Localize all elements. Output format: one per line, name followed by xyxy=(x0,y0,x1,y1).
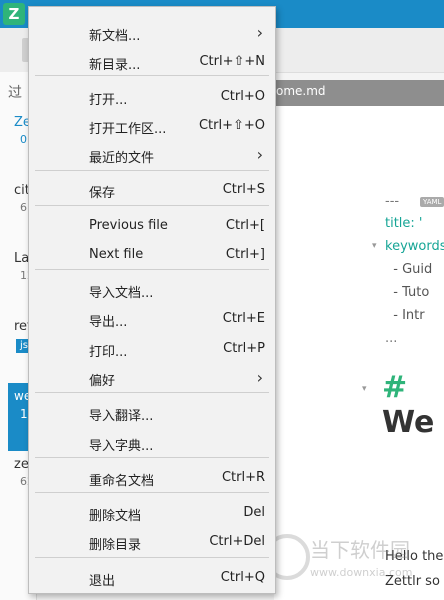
menu-separator xyxy=(35,392,269,393)
file-item-count: 0 xyxy=(20,133,27,146)
menu-separator xyxy=(35,557,269,558)
menu-item-label: Next file xyxy=(89,247,144,262)
menu-item-import-dictionary[interactable]: 导入字典... xyxy=(29,431,275,457)
yaml-badge: YAML xyxy=(420,197,444,207)
menu-item-rename-document[interactable]: 重命名文档 Ctrl+R xyxy=(29,466,275,492)
menu-separator xyxy=(35,269,269,270)
menu-item-save[interactable]: 保存 Ctrl+S xyxy=(29,178,275,204)
menu-item-label: 打开工作区... xyxy=(89,122,167,137)
menu-separator xyxy=(35,492,269,493)
menu-item-shortcut: Ctrl+⇧+N xyxy=(199,54,265,69)
menu-item-open[interactable]: 打开... Ctrl+O xyxy=(29,85,275,111)
editor-line: keywords xyxy=(385,239,444,254)
menu-item-label: 退出 xyxy=(89,574,116,589)
menu-item-shortcut: Ctrl+R xyxy=(221,470,265,485)
menu-item-preferences[interactable]: 偏好 › xyxy=(29,366,275,392)
menu-item-next-file[interactable]: Next file Ctrl+] xyxy=(29,243,275,269)
menu-item-export[interactable]: 导出... Ctrl+E xyxy=(29,307,275,333)
file-item-title[interactable]: ze xyxy=(14,457,29,472)
menu-item-label: 打开... xyxy=(89,93,128,108)
menu-item-recent-files[interactable]: 最近的文件 › xyxy=(29,143,275,169)
menu-item-label: 导入翻译... xyxy=(89,409,154,424)
editor-line: ... xyxy=(385,331,398,346)
menu-item-shortcut: Ctrl+⇧+O xyxy=(198,118,265,133)
submenu-arrow-icon: › xyxy=(256,145,263,164)
menu-item-label: 导出... xyxy=(89,315,128,330)
menu-item-previous-file[interactable]: Previous file Ctrl+[ xyxy=(29,214,275,240)
watermark-title: 当下软件园 xyxy=(310,538,410,562)
menu-item-new-document[interactable]: 新文档... › xyxy=(29,21,275,47)
submenu-arrow-icon: › xyxy=(256,368,263,387)
menu-item-shortcut: Del xyxy=(243,505,265,520)
menu-item-label: 偏好 xyxy=(89,374,116,389)
menu-item-shortcut: Ctrl+[ xyxy=(225,218,265,233)
menu-item-label: 打印... xyxy=(89,345,128,360)
menu-item-delete-document[interactable]: 删除文档 Del xyxy=(29,501,275,527)
fold-arrow-icon[interactable]: ▾ xyxy=(372,241,377,251)
file-item-count: 6 xyxy=(20,201,27,214)
watermark: 当下软件园 www.downxia.com xyxy=(262,530,444,600)
menu-item-label: 最近的文件 xyxy=(89,151,155,166)
menu-item-label: Previous file xyxy=(89,218,168,233)
filter-input[interactable]: 过 xyxy=(8,82,22,102)
menu-item-open-workspace[interactable]: 打开工作区... Ctrl+⇧+O xyxy=(29,114,275,140)
menu-item-label: 导入文档... xyxy=(89,286,154,301)
menu-item-label: 导入字典... xyxy=(89,439,154,454)
menu-separator xyxy=(35,205,269,206)
menu-item-label: 删除目录 xyxy=(89,538,142,553)
file-menu-dropdown: 新文档... › 新目录... Ctrl+⇧+N 打开... Ctrl+O 打开… xyxy=(28,6,276,594)
file-item-title[interactable]: La xyxy=(14,251,29,266)
app-logo-icon[interactable]: Z xyxy=(3,3,25,25)
menu-item-label: 删除文档 xyxy=(89,509,142,524)
menu-item-quit[interactable]: 退出 Ctrl+Q xyxy=(29,566,275,592)
editor-line: - Tuto xyxy=(385,285,430,300)
editor-line: - Intr xyxy=(385,308,425,323)
menu-item-import-translation[interactable]: 导入翻译... xyxy=(29,401,275,427)
menu-separator xyxy=(35,170,269,171)
menu-item-label: 保存 xyxy=(89,186,116,201)
document-heading: # We xyxy=(382,370,435,440)
editor-line: title: ' xyxy=(385,216,423,231)
menu-item-import-document[interactable]: 导入文档... xyxy=(29,278,275,304)
menu-item-label: 新文档... xyxy=(89,29,141,44)
menu-item-shortcut: Ctrl+Del xyxy=(209,534,265,549)
menu-item-new-directory[interactable]: 新目录... Ctrl+⇧+N xyxy=(29,50,275,76)
menu-item-delete-directory[interactable]: 删除目录 Ctrl+Del xyxy=(29,530,275,556)
menu-item-print[interactable]: 打印... Ctrl+P xyxy=(29,337,275,363)
menu-separator xyxy=(35,75,269,76)
menu-item-shortcut: Ctrl+P xyxy=(223,341,265,356)
menu-item-shortcut: Ctrl+] xyxy=(225,247,265,262)
menu-item-shortcut: Ctrl+E xyxy=(222,311,265,326)
menu-item-shortcut: Ctrl+O xyxy=(220,89,265,104)
tab-document[interactable]: ome.md xyxy=(276,84,326,98)
watermark-url: www.downxia.com xyxy=(310,566,413,579)
menu-item-label: 重命名文档 xyxy=(89,474,155,489)
fold-arrow-icon[interactable]: ▾ xyxy=(362,384,367,394)
menu-separator xyxy=(35,457,269,458)
editor-line: --- xyxy=(385,194,400,209)
menu-item-shortcut: Ctrl+S xyxy=(222,182,265,197)
editor-pane[interactable] xyxy=(274,106,444,600)
menu-item-label: 新目录... xyxy=(89,58,141,73)
menu-item-shortcut: Ctrl+Q xyxy=(220,570,265,585)
submenu-arrow-icon: › xyxy=(256,23,263,42)
editor-line: - Guid xyxy=(385,262,433,277)
